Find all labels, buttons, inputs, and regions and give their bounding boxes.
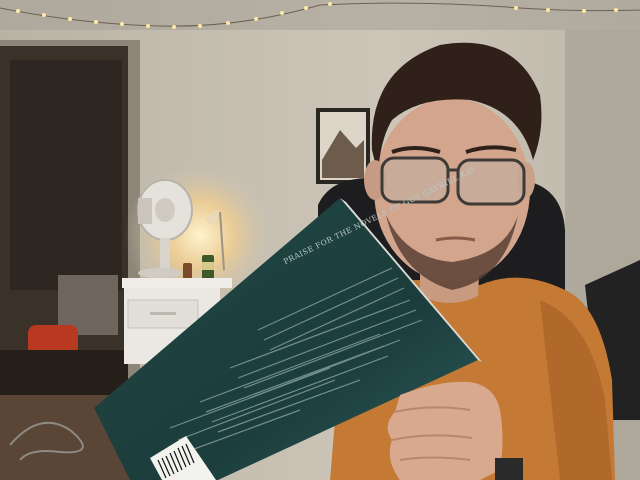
framed-picture-icon	[316, 108, 370, 184]
bottle-label	[202, 262, 214, 270]
webcam-scene: PRAISE FOR THE NOVELS OF GUY GAVRIEL KAY	[0, 0, 640, 480]
doorway-inner	[10, 60, 122, 290]
scene-drawing	[0, 0, 640, 480]
